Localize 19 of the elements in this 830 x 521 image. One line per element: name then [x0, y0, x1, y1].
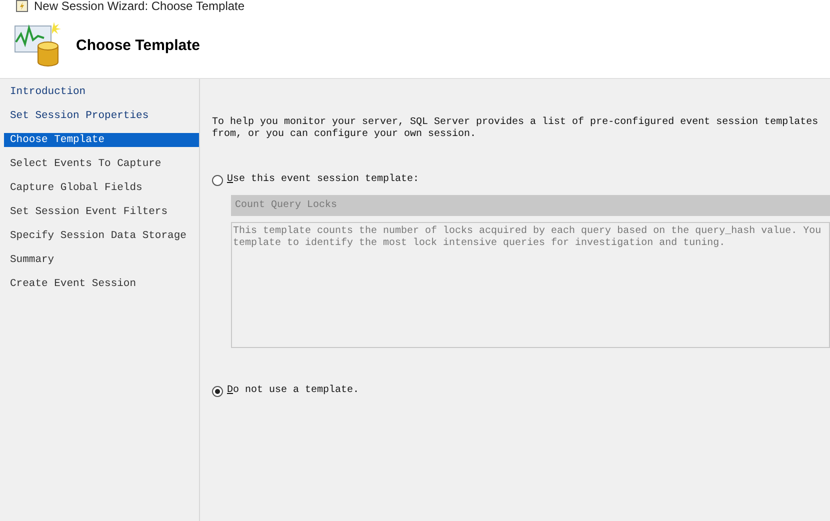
- radio-button[interactable]: [212, 386, 223, 396]
- description-box: This template counts the number of locks acquired by each query based on the query_hash value. You template to identify the most lock intensive queries for investigation and tuning.: [231, 222, 830, 348]
- intro-text: To help you monitor your server, SQL Server provides a list of pre-configured event session templates: [212, 117, 820, 128]
- intro-text: from, or you can configure your own session.: [212, 129, 478, 141]
- option-label[interactable]: Do not use a template.: [227, 385, 360, 397]
- nav-item[interactable]: Introduction: [4, 85, 199, 99]
- nav-item[interactable]: Set Session Properties: [4, 109, 199, 123]
- nav-item[interactable]: Create Event Session: [4, 277, 199, 291]
- nav-item[interactable]: Set Session Event Filters: [4, 205, 199, 219]
- option-label[interactable]: Use this event session template:: [227, 174, 420, 186]
- nav-item[interactable]: Choose Template: [4, 133, 199, 147]
- page-heading: Choose Template: [76, 36, 200, 54]
- app-icon: [16, 0, 28, 12]
- nav-item[interactable]: Summary: [4, 253, 199, 267]
- nav-item[interactable]: Capture Global Fields: [4, 181, 199, 195]
- nav-item[interactable]: Specify Session Data Storage: [4, 229, 199, 243]
- nav-item[interactable]: Select Events To Capture: [4, 157, 199, 171]
- radio-button[interactable]: [212, 174, 223, 186]
- window-title: New Session Wizard: Choose Template: [34, 0, 245, 12]
